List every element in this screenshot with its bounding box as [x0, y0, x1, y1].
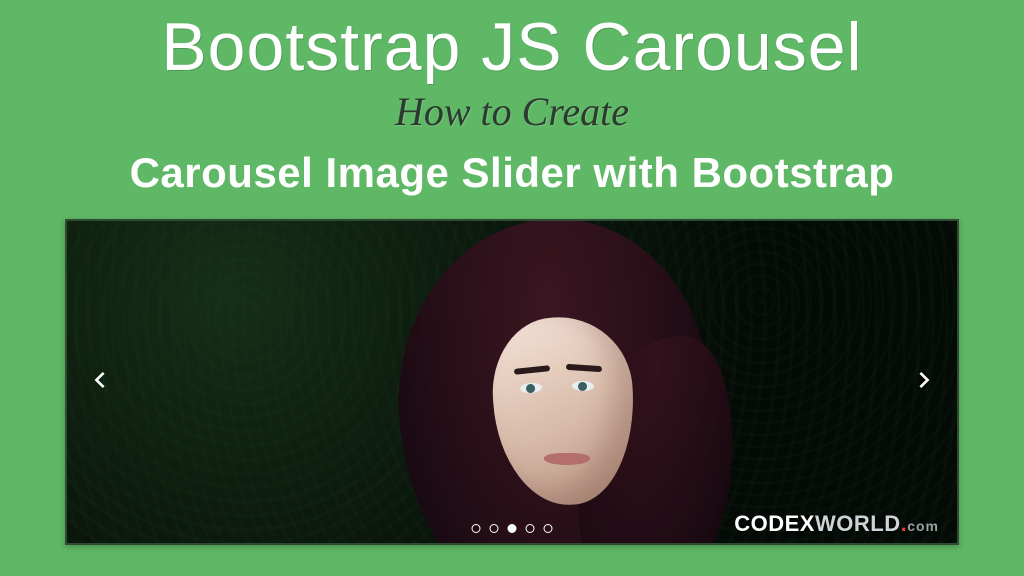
watermark-text-1: CODEX — [734, 511, 815, 536]
carousel-indicator[interactable] — [472, 524, 481, 533]
carousel: CODEXWORLD.com — [65, 219, 959, 545]
carousel-indicators — [472, 524, 553, 533]
chevron-left-icon — [86, 367, 112, 398]
description-heading: Carousel Image Slider with Bootstrap — [0, 149, 1024, 197]
subtitle: How to Create — [0, 88, 1024, 135]
carousel-indicator[interactable] — [544, 524, 553, 533]
carousel-slide — [67, 221, 957, 543]
watermark-text-2: WORLD — [815, 511, 901, 536]
slide-portrait — [344, 231, 764, 545]
carousel-indicator[interactable] — [490, 524, 499, 533]
carousel-next-button[interactable] — [901, 358, 949, 406]
carousel-prev-button[interactable] — [75, 358, 123, 406]
chevron-right-icon — [912, 367, 938, 398]
page-title: Bootstrap JS Carousel — [0, 0, 1024, 86]
carousel-indicator[interactable] — [526, 524, 535, 533]
carousel-indicator[interactable] — [508, 524, 517, 533]
watermark-tld: com — [907, 518, 939, 534]
watermark: CODEXWORLD.com — [734, 511, 939, 537]
